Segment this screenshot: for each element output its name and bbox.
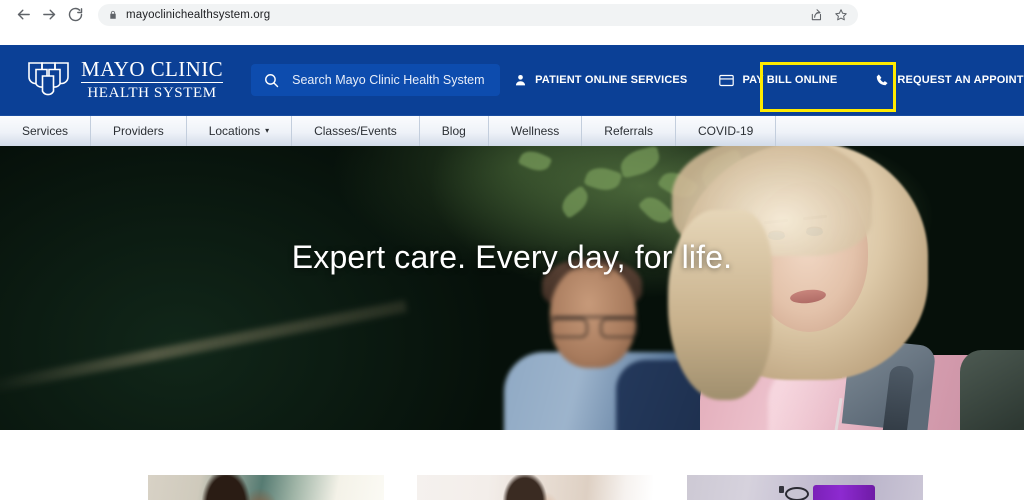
nav-item-classes-events[interactable]: Classes/Events: [292, 116, 420, 146]
lock-icon: [108, 9, 118, 21]
reload-icon: [67, 6, 84, 23]
nav-item-services[interactable]: Services: [0, 116, 92, 146]
nav-label: Wellness: [510, 124, 560, 138]
nav-item-blog[interactable]: Blog: [420, 116, 489, 146]
request-an-appointment-button[interactable]: REQUEST AN APPOINTMENT: [859, 45, 1024, 115]
browser-toolbar: mayoclinichealthsystem.org: [0, 0, 1024, 30]
share-icon[interactable]: [810, 8, 824, 22]
nav-label: COVID-19: [697, 124, 754, 138]
stethoscope-tip: [779, 486, 784, 493]
content-card[interactable]: [417, 475, 653, 500]
hero-man-glasses: [550, 316, 638, 338]
mayo-clinic-shields-icon: [26, 57, 71, 104]
pay-bill-online-label: PAY BILL ONLINE: [742, 74, 838, 86]
nav-item-locations[interactable]: Locations ▾: [187, 116, 293, 146]
card-image: [148, 475, 384, 500]
cards-section: [0, 430, 1024, 500]
nav-label: Providers: [113, 124, 164, 138]
nav-item-providers[interactable]: Providers: [91, 116, 187, 146]
phone-icon: [875, 73, 889, 87]
hero-banner: Expert care. Every day, for life.: [0, 146, 1024, 430]
site-logo-text: MAYO CLINIC HEALTH SYSTEM: [81, 57, 224, 101]
back-button[interactable]: [10, 2, 36, 28]
patient-online-services-button[interactable]: PATIENT ONLINE SERVICES: [500, 45, 701, 115]
search-placeholder: Search Mayo Clinic Health System: [292, 73, 485, 87]
bookmark-star-icon[interactable]: [834, 8, 848, 22]
patient-online-services-label: PATIENT ONLINE SERVICES: [535, 74, 688, 86]
request-an-appointment-label: REQUEST AN APPOINTMENT: [897, 74, 1024, 86]
hero-headline: Expert care. Every day, for life.: [291, 239, 733, 275]
url-text: mayoclinichealthsystem.org: [126, 8, 271, 21]
hero-woman-backpack: [960, 350, 1024, 430]
search-input[interactable]: Search Mayo Clinic Health System: [251, 64, 501, 96]
reload-button[interactable]: [62, 2, 88, 28]
nav-label: Services: [22, 124, 69, 138]
hero-image: [0, 146, 1024, 430]
search-icon: [263, 72, 280, 89]
back-arrow-icon: [15, 6, 32, 23]
logo-line-primary: MAYO CLINIC: [81, 57, 224, 83]
nav-item-referrals[interactable]: Referrals: [582, 116, 676, 146]
header-actions: PATIENT ONLINE SERVICES PAY BILL ONLINE …: [500, 45, 1024, 115]
pay-bill-online-button[interactable]: PAY BILL ONLINE: [701, 45, 859, 115]
nav-item-covid-19[interactable]: COVID-19: [676, 116, 777, 146]
nav-label: Classes/Events: [314, 124, 397, 138]
content-card[interactable]: [148, 475, 384, 500]
primary-navigation: Services Providers Locations ▾ Classes/E…: [0, 115, 1024, 146]
person-icon: [514, 73, 527, 87]
nav-label: Blog: [441, 124, 466, 138]
address-bar[interactable]: mayoclinichealthsystem.org: [98, 3, 858, 26]
nav-label: Locations: [208, 124, 261, 138]
site-logo[interactable]: MAYO CLINIC HEALTH SYSTEM: [26, 57, 224, 104]
content-card[interactable]: [687, 475, 923, 500]
logo-line-secondary: HEALTH SYSTEM: [87, 85, 217, 101]
site-header: MAYO CLINIC HEALTH SYSTEM Search Mayo Cl…: [0, 45, 1024, 115]
hero-woman: [668, 146, 1024, 430]
credit-card-icon: [719, 74, 735, 87]
phone-device: [813, 485, 875, 500]
forward-arrow-icon: [41, 6, 58, 23]
forward-button[interactable]: [36, 2, 62, 28]
nav-item-wellness[interactable]: Wellness: [489, 116, 583, 146]
card-image: [417, 475, 653, 500]
card-image: [687, 475, 923, 500]
stethoscope-icon: [785, 487, 809, 500]
nav-label: Referrals: [604, 124, 653, 138]
chevron-down-icon: ▾: [265, 126, 270, 135]
